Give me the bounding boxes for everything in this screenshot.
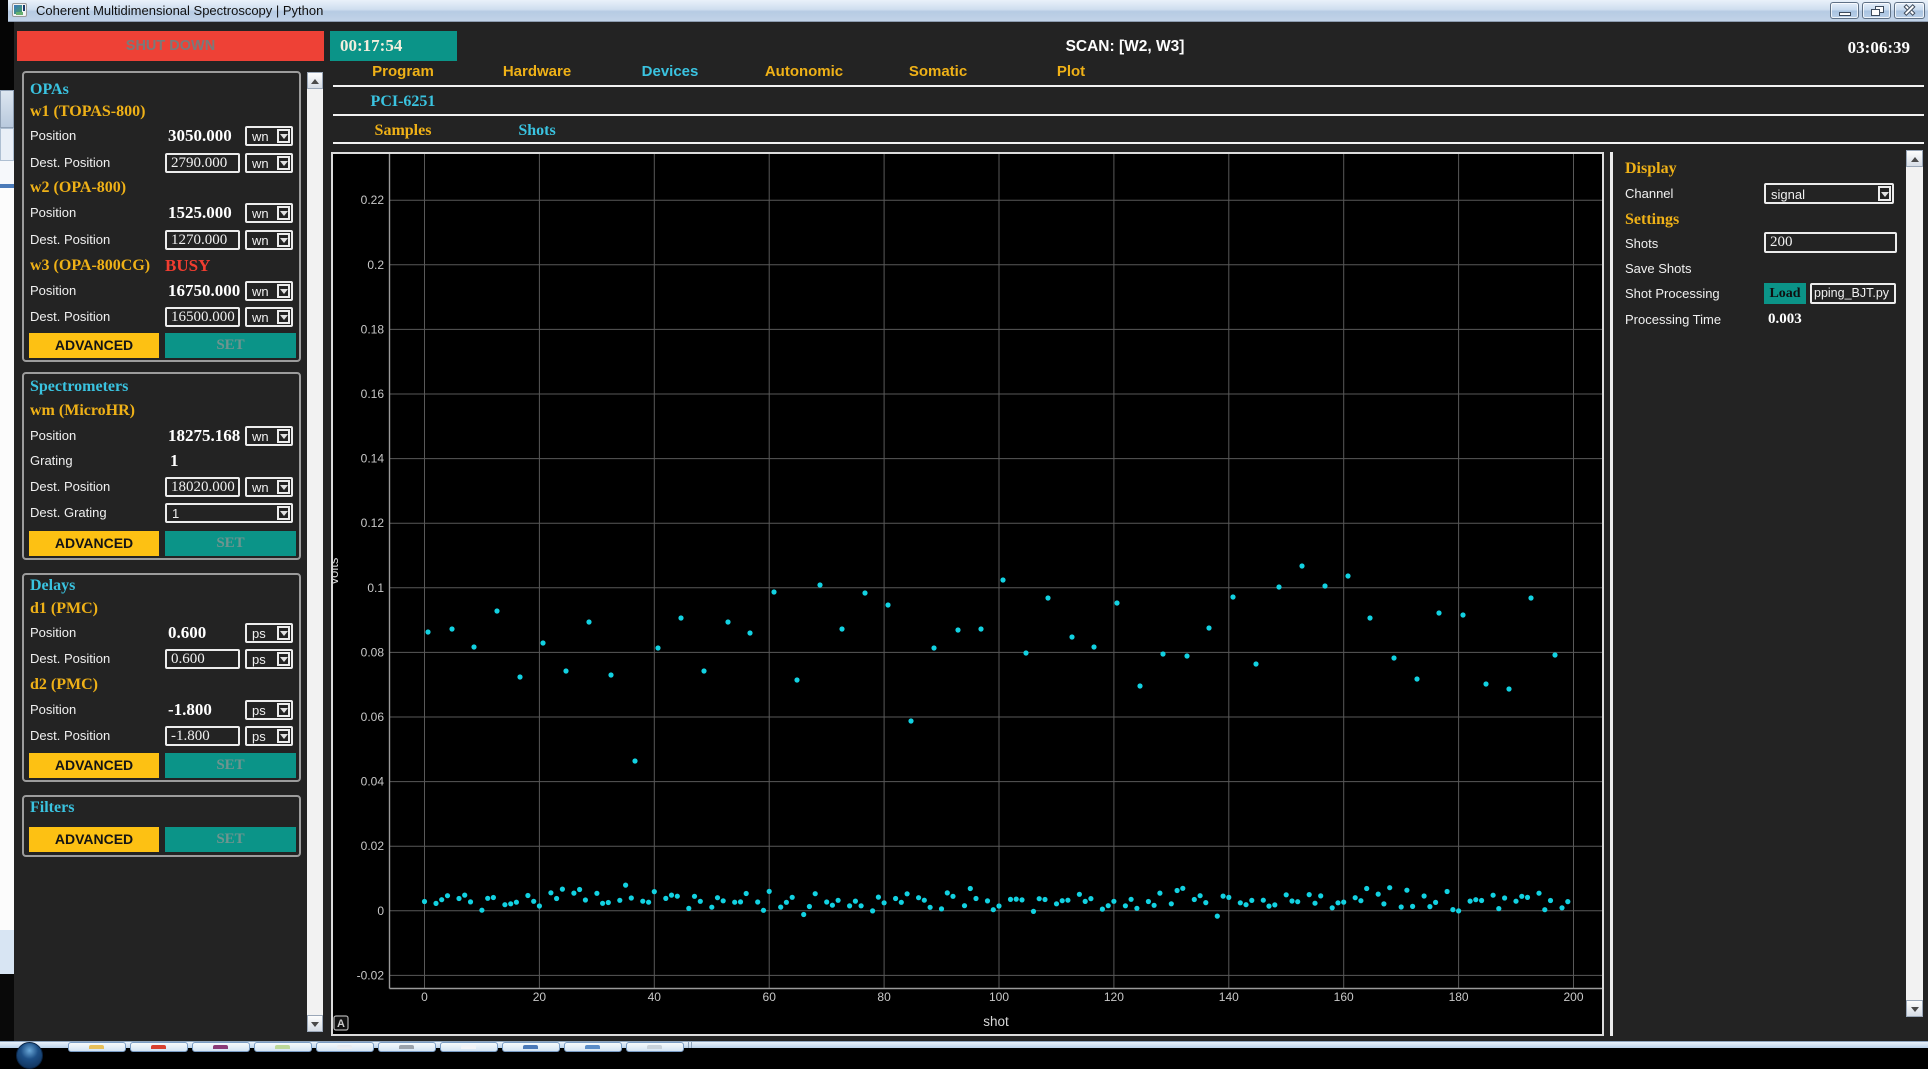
svg-text:0.18: 0.18 (361, 322, 385, 336)
svg-text:A: A (337, 1018, 345, 1030)
svg-text:volts: volts (331, 557, 341, 584)
svg-text:shot: shot (983, 1014, 1009, 1029)
svg-text:120: 120 (1104, 990, 1124, 1004)
svg-text:0.22: 0.22 (361, 193, 385, 207)
svg-text:0.2: 0.2 (367, 258, 384, 272)
svg-text:-0.02: -0.02 (357, 968, 385, 982)
svg-text:180: 180 (1449, 990, 1469, 1004)
svg-text:140: 140 (1219, 990, 1239, 1004)
svg-text:200: 200 (1563, 990, 1583, 1004)
svg-text:80: 80 (877, 990, 891, 1004)
svg-text:100: 100 (989, 990, 1009, 1004)
svg-text:0: 0 (377, 904, 384, 918)
svg-text:0.12: 0.12 (361, 516, 385, 530)
svg-text:20: 20 (533, 990, 547, 1004)
svg-text:0.08: 0.08 (361, 645, 385, 659)
svg-text:0: 0 (421, 990, 428, 1004)
svg-text:160: 160 (1334, 990, 1354, 1004)
svg-text:0.14: 0.14 (361, 452, 385, 466)
svg-text:60: 60 (763, 990, 777, 1004)
svg-text:0.02: 0.02 (361, 839, 385, 853)
svg-text:40: 40 (648, 990, 662, 1004)
svg-text:0.1: 0.1 (367, 581, 384, 595)
svg-text:0.06: 0.06 (361, 710, 385, 724)
svg-text:0.04: 0.04 (361, 775, 385, 789)
svg-text:0.16: 0.16 (361, 387, 385, 401)
